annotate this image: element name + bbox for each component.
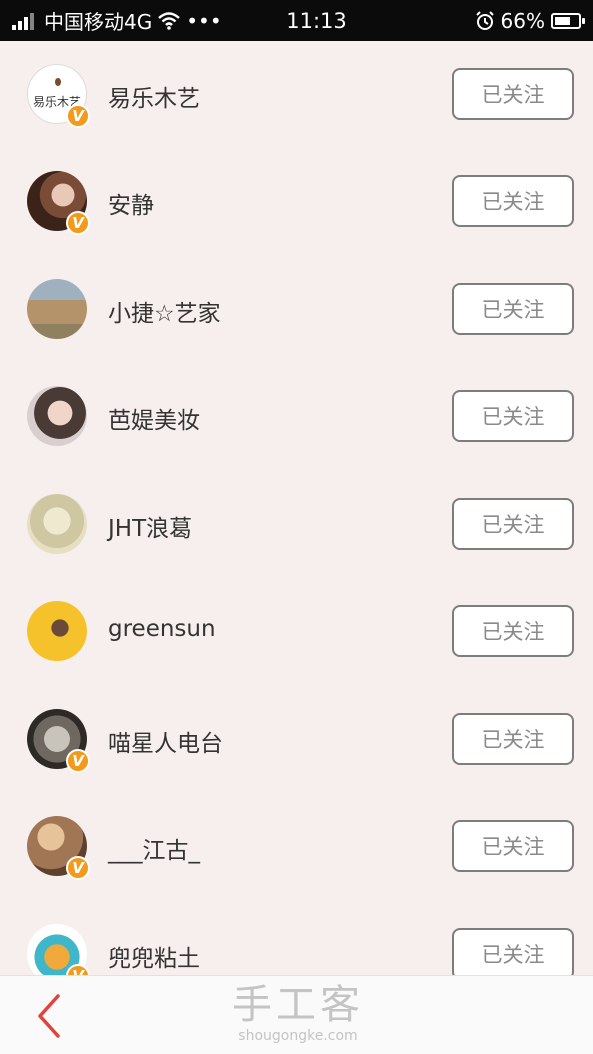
- brand-name: 手工客: [232, 982, 364, 1028]
- verified-badge-icon: V: [66, 856, 90, 880]
- user-name[interactable]: 小捷☆艺家: [108, 294, 221, 328]
- list-item: greensun 已关注: [0, 578, 593, 685]
- list-item: V 喵星人电台 已关注: [0, 686, 593, 793]
- alarm-icon: [475, 10, 494, 30]
- back-button[interactable]: [32, 994, 68, 1038]
- verified-badge-icon: V: [66, 104, 90, 128]
- carrier-label: 中国移动4G: [44, 10, 153, 34]
- followed-button[interactable]: 已关注: [452, 605, 574, 657]
- user-name[interactable]: ___江古_: [108, 831, 200, 865]
- list-item: 芭媞美妆 已关注: [0, 363, 593, 470]
- followed-button[interactable]: 已关注: [452, 713, 574, 765]
- user-name[interactable]: greensun: [108, 616, 216, 642]
- battery-icon: [551, 12, 585, 29]
- list-item: 易乐木艺 V 易乐木艺 已关注: [0, 41, 593, 148]
- avatar[interactable]: [27, 494, 87, 554]
- list-item: JHT浪葛 已关注: [0, 471, 593, 578]
- wifi-icon: [158, 11, 181, 30]
- signal-icon: [12, 12, 34, 30]
- more-dots: •••: [186, 8, 222, 33]
- battery-percent: 66%: [500, 8, 545, 33]
- verified-badge-icon: V: [66, 964, 90, 975]
- avatar[interactable]: [27, 386, 87, 446]
- clock: 11:13: [286, 8, 347, 33]
- followed-button[interactable]: 已关注: [452, 283, 574, 335]
- brand-logo: 手工客 shougongke.com: [200, 982, 396, 1044]
- avatar[interactable]: [27, 279, 87, 339]
- followed-button[interactable]: 已关注: [452, 820, 574, 872]
- status-bar: 中国移动4G ••• 11:13 66%: [0, 0, 593, 41]
- user-name[interactable]: 兜兜粘土: [108, 939, 200, 973]
- followed-button[interactable]: 已关注: [452, 175, 574, 227]
- user-name[interactable]: 易乐木艺: [108, 79, 200, 113]
- verified-badge-icon: V: [66, 211, 90, 235]
- list-item: 小捷☆艺家 已关注: [0, 256, 593, 363]
- user-name[interactable]: JHT浪葛: [108, 509, 192, 543]
- user-name[interactable]: 安静: [108, 186, 154, 220]
- chevron-left-icon: [38, 994, 60, 1038]
- followed-button[interactable]: 已关注: [452, 498, 574, 550]
- avatar[interactable]: [27, 601, 87, 661]
- brand-domain: shougongke.com: [238, 1028, 358, 1044]
- follow-list[interactable]: 易乐木艺 V 易乐木艺 已关注 V 安静 已关注 小捷☆艺家 已关注 芭媞美妆 …: [0, 41, 593, 975]
- verified-badge-icon: V: [66, 749, 90, 773]
- followed-button[interactable]: 已关注: [452, 390, 574, 442]
- list-item: V 兜兜粘土 已关注: [0, 901, 593, 975]
- user-name[interactable]: 喵星人电台: [108, 724, 223, 758]
- list-item: V 安静 已关注: [0, 148, 593, 255]
- user-name[interactable]: 芭媞美妆: [108, 401, 200, 435]
- followed-button[interactable]: 已关注: [452, 68, 574, 120]
- bottom-bar: 手工客 shougongke.com: [0, 975, 593, 1054]
- list-item: V ___江古_ 已关注: [0, 793, 593, 900]
- followed-button[interactable]: 已关注: [452, 928, 574, 975]
